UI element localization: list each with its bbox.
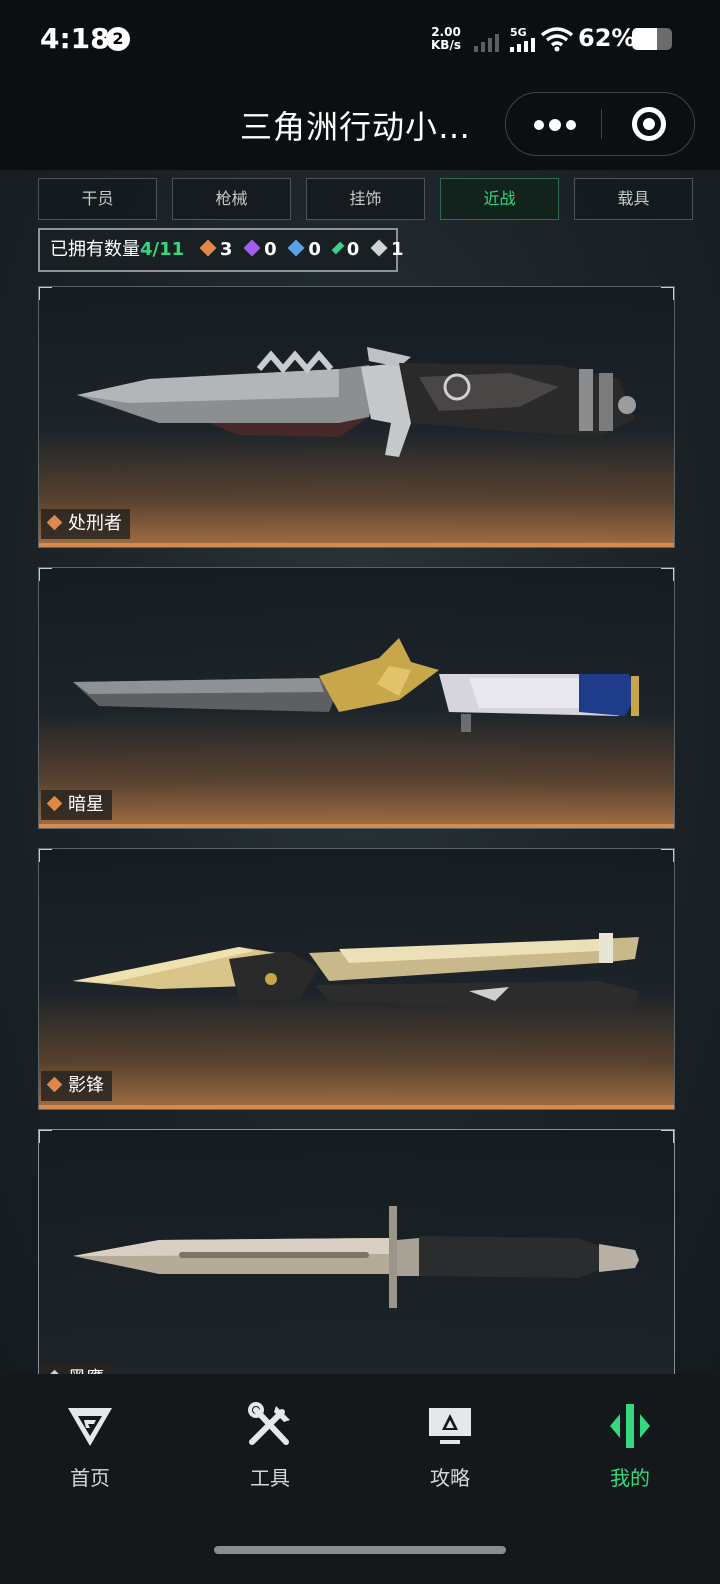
title-bar: 三角洲行动小… [0,80,720,170]
tab-charms[interactable]: 挂饰 [306,178,425,220]
orange-gem-icon [46,1076,63,1093]
item-name-tag: 影锋 [41,1071,112,1101]
orange-gem-icon [46,514,63,531]
rarity-count-green: 0 [331,230,359,270]
battery-fill [632,28,657,50]
melee-item-card[interactable]: 影锋 [38,848,675,1110]
home-indicator[interactable] [214,1546,506,1554]
melee-item-card[interactable]: 处刑者 [38,286,675,548]
network-speed-unit: KB/s [431,38,461,52]
nav-home[interactable]: 首页 [0,1374,180,1504]
signal-strength-icon [474,34,499,52]
melee-item-card[interactable]: 暗星 [38,567,675,829]
network-speed: 2.00 KB/s [430,26,462,52]
more-dot-icon [566,120,576,130]
melee-item-card[interactable]: 黑鹰 [38,1129,675,1374]
more-dot-icon [534,120,544,130]
tab-firearms[interactable]: 枪械 [172,178,291,220]
more-button[interactable] [506,93,601,155]
status-time: 4:18 [40,22,110,55]
owned-label: 已拥有数量 [50,239,140,260]
home-logo-icon [68,1408,112,1446]
nav-guide[interactable]: 攻略 [360,1374,540,1504]
tab-melee[interactable]: 近战 [440,178,559,220]
more-dot-icon [549,119,561,131]
green-gem-icon [331,241,345,255]
app-title: 三角洲行动小… [240,108,472,146]
status-bar: 4:18 2 2.00 KB/s 5G 62% [0,0,720,80]
close-miniprogram-button[interactable] [602,93,694,155]
category-tabs: 干员 枪械 挂饰 近战 载具 [38,178,694,220]
nav-tools[interactable]: 工具 [180,1374,360,1504]
rarity-count-blue: 0 [287,230,321,270]
blue-gem-icon [287,239,305,257]
rarity-count-white: 1 [370,230,403,270]
item-name-tag: 黑鹰 [41,1364,112,1374]
notification-badge: 2 [106,27,130,51]
wifi-icon [540,27,574,52]
tab-vehicles[interactable]: 载具 [574,178,693,220]
orange-gem-icon [46,795,63,812]
tab-operators[interactable]: 干员 [38,178,157,220]
dark-star-knife-image [73,638,639,732]
profile-logo-icon [610,1404,650,1448]
nav-mine[interactable]: 我的 [540,1374,720,1504]
signal-5g-icon [510,38,535,52]
orange-gem-icon [199,239,217,257]
tools-icon [248,1402,290,1445]
white-gem-icon [370,239,388,257]
rarity-count-orange: 3 [199,230,232,270]
purple-gem-icon [243,239,261,257]
black-hawk-knife-image [73,1206,639,1308]
owned-summary: 已拥有数量4/11 3 0 0 0 1 [38,228,403,272]
miniprogram-capsule [505,92,695,156]
executioner-knife-image [77,347,636,457]
owned-count: 4/11 [140,239,185,260]
guide-monitor-icon [429,1408,471,1444]
rarity-count-purple: 0 [243,230,277,270]
item-name-tag: 暗星 [41,790,112,820]
collection-content[interactable]: 干员 枪械 挂饰 近战 载具 已拥有数量4/11 3 0 0 0 1 处刑者 暗… [0,170,720,1374]
battery-icon [632,28,672,50]
item-name-tag: 处刑者 [41,509,130,539]
shadow-edge-knife-image [73,933,639,1013]
battery-percent: 62% [578,24,636,52]
